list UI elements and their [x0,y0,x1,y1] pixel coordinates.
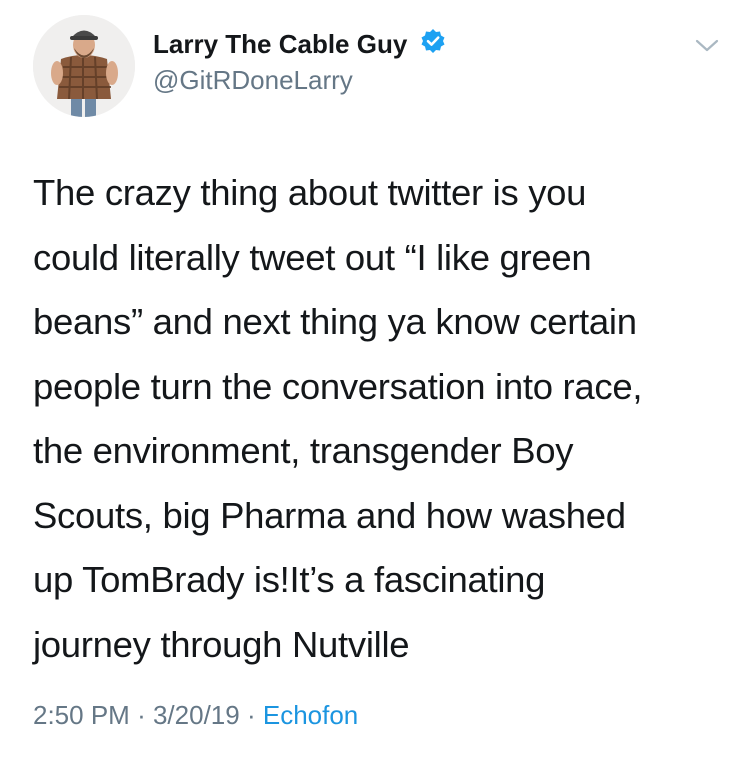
profile-photo-icon [33,15,135,117]
verified-badge-icon [420,28,446,59]
tweet-text: The crazy thing about twitter is you cou… [33,161,733,677]
tweet-text-line: people turn the conversation into race, [33,365,643,407]
tweet-text-line: the environment, transgender Boy [33,430,574,471]
tweet-source-link[interactable]: Echofon [263,700,358,730]
tweet-text-line: The crazy thing about twitter is you [33,172,587,213]
avatar[interactable] [33,15,135,117]
author-names: Larry The Cable Guy @GitRDoneLarry [153,28,446,96]
tweet-text-line: beans” and next thing ya know certain [33,301,637,342]
tweet-text-line: could literally tweet out “I like green [33,236,592,278]
meta-separator: · [246,700,256,730]
tweet-meta: 2:50 PM · 3/20/19 · Echofon [33,697,358,733]
tweet-time[interactable]: 2:50 PM [33,700,130,730]
meta-separator: · [137,700,146,730]
tweet-text-line: journey through Nutville [33,623,410,665]
chevron-down-icon[interactable] [694,36,720,56]
tweet-text-line: up TomBrady is!It’s a fascinating [33,559,546,600]
tweet-date[interactable]: 3/20/19 [153,700,240,730]
author-display-name[interactable]: Larry The Cable Guy [153,28,407,60]
tweet-card: Larry The Cable Guy @GitRDoneLarry The c… [0,0,750,764]
tweet-text-line: Scouts, big Pharma and how washed [33,494,626,536]
author-handle[interactable]: @GitRDoneLarry [153,64,446,96]
